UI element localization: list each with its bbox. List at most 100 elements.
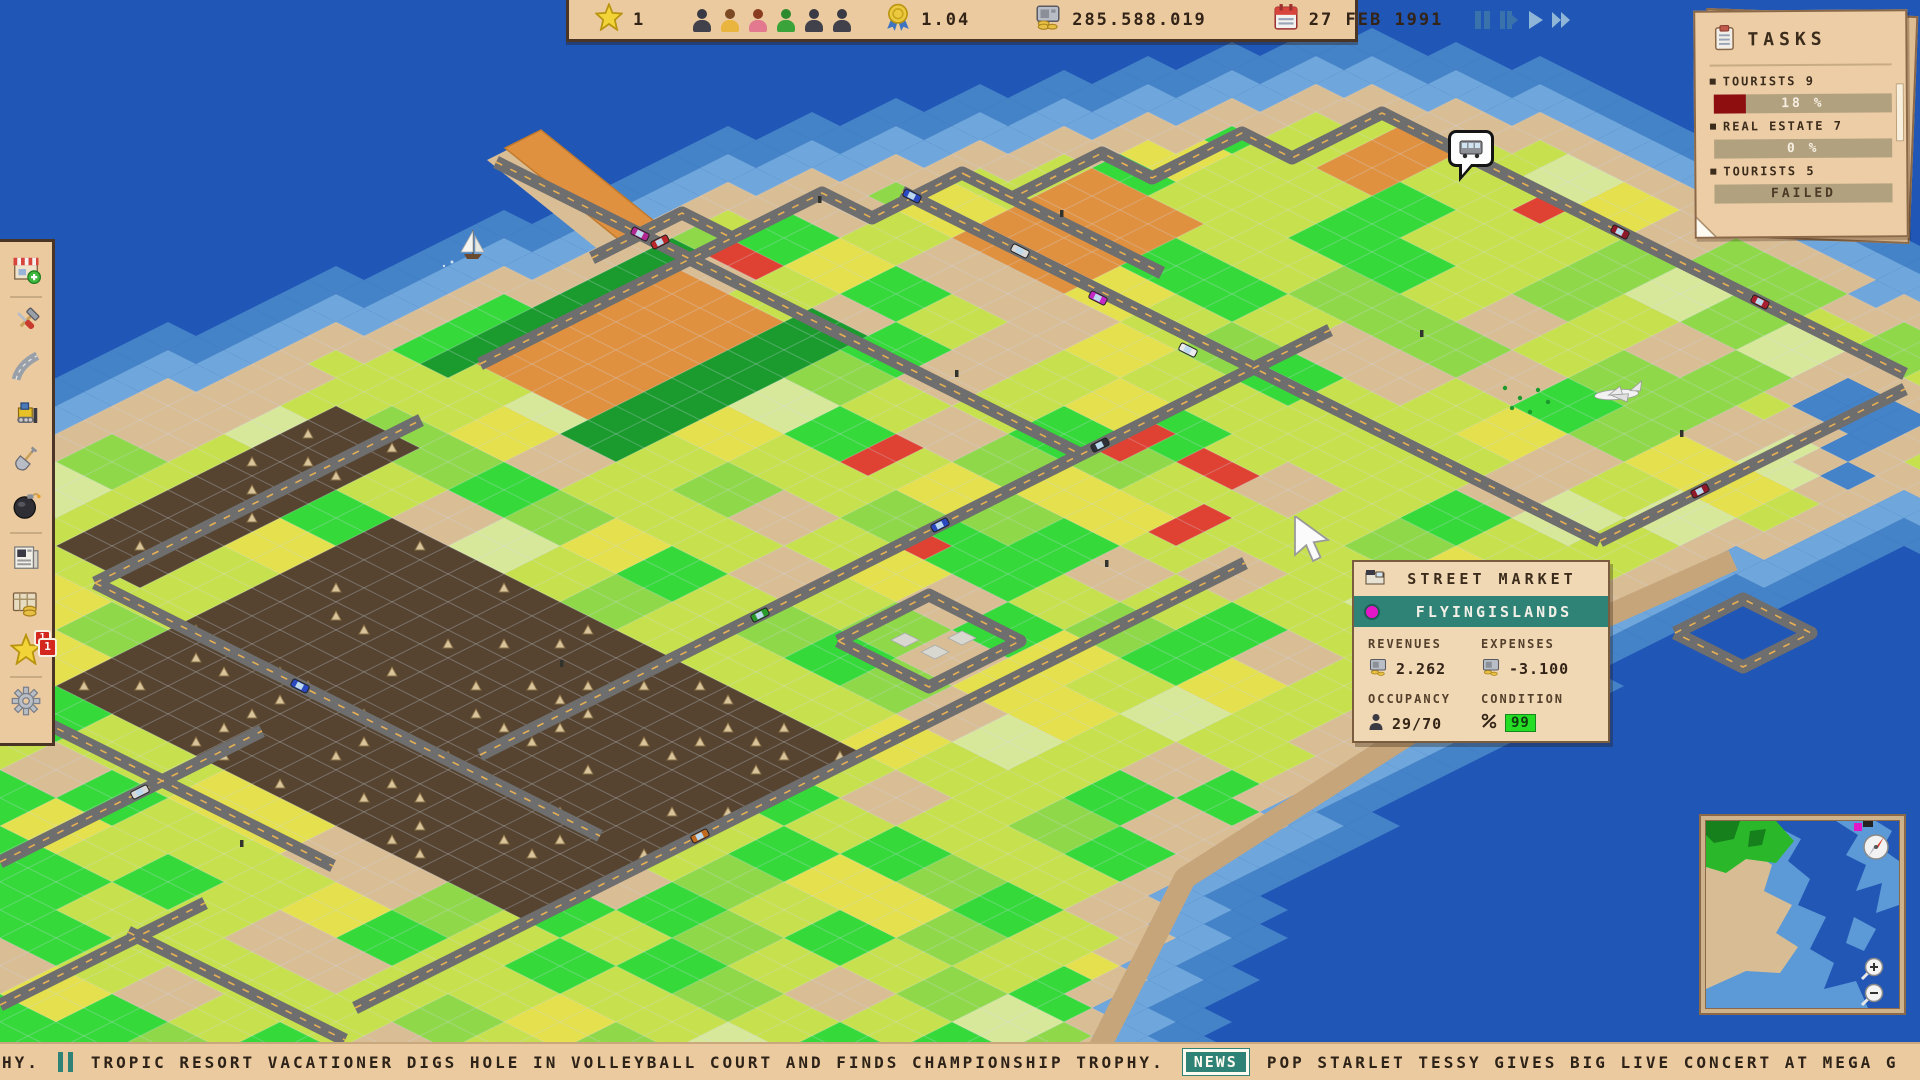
tasks-panel[interactable]: TASKS TOURISTS 9 18 % REAL ESTATE 7 0 % …: [1693, 9, 1909, 238]
news-ticker: HY. TROPIC RESORT VACATIONER DIGS HOLE I…: [0, 1042, 1920, 1080]
owner-color-dot: [1364, 604, 1380, 620]
sidebar-divider: [10, 532, 42, 534]
task-label: TOURISTS 5: [1723, 164, 1815, 179]
sidebar-item-settings-gear[interactable]: [0, 680, 52, 726]
citizen-head: [809, 9, 819, 19]
bubble-tail: [1462, 163, 1472, 175]
sidebar-item-bulldozer[interactable]: [0, 392, 52, 438]
building-info-panel[interactable]: STREET MARKET FLYINGISLANDS REVENUES 2.2…: [1352, 560, 1610, 743]
task-label: TOURISTS 9: [1723, 74, 1815, 89]
stat-revenues: REVENUES 2.262: [1368, 637, 1481, 680]
citizen-dark-3[interactable]: [831, 7, 853, 33]
task-progress-text: 18 %: [1714, 93, 1892, 113]
sidebar-item-roads[interactable]: [0, 346, 52, 392]
task-item[interactable]: REAL ESTATE 7 0 %: [1710, 118, 1892, 158]
citizen-green[interactable]: [775, 7, 797, 33]
tasks-title: TASKS: [1747, 28, 1826, 50]
sidebar-divider: [10, 296, 42, 298]
pause-button[interactable]: [1473, 9, 1493, 31]
status-bar: 1 1.04: [566, 0, 1358, 42]
money-icon: [1481, 658, 1501, 680]
budget-icon: [11, 588, 41, 622]
tools-icon: [11, 306, 41, 340]
ticker-headline: TROPIC RESORT VACATIONER DIGS HOLE IN VO…: [91, 1053, 1165, 1072]
newspaper-icon: [11, 542, 41, 576]
citizen-body: [721, 20, 739, 32]
building-type-label: STREET MARKET: [1386, 570, 1598, 588]
stat-value: -3.100: [1509, 660, 1569, 678]
step-button[interactable]: [1499, 9, 1519, 31]
stat-expenses: EXPENSES -3.100: [1481, 637, 1594, 680]
citizen-woman-pink[interactable]: [747, 7, 769, 33]
rating-medal-icon: [885, 3, 911, 36]
build-sidebar: 1: [0, 239, 55, 746]
stat-value: 29/70: [1392, 715, 1442, 733]
money-icon: [1368, 658, 1388, 680]
task-progress-text: 0 %: [1714, 138, 1892, 158]
task-item[interactable]: TOURISTS 5 FAILED: [1710, 163, 1892, 203]
citizen-head: [781, 9, 791, 19]
bomb-icon: [11, 490, 41, 524]
tasks-scrollbar[interactable]: [1896, 83, 1904, 141]
rating-value: 1.04: [921, 10, 970, 30]
stat-label: CONDITION: [1481, 692, 1594, 706]
stat-label: REVENUES: [1368, 637, 1481, 651]
task-progress-bar: 18 %: [1714, 93, 1892, 113]
task-label: REAL ESTATE 7: [1723, 119, 1843, 134]
task-progress-bar: FAILED: [1714, 183, 1892, 203]
bulldozer-icon: [11, 398, 41, 432]
stat-label: EXPENSES: [1481, 637, 1594, 651]
task-bullet: [1710, 169, 1716, 175]
bus-stop-notification-bubble[interactable]: [1448, 130, 1494, 167]
tasks-page-curl: [1695, 217, 1717, 239]
building-stats-grid: REVENUES 2.262EXPENSES -3.100OCCUPANCY 2…: [1354, 627, 1608, 745]
citizen-body: [805, 20, 823, 32]
level-value: 1: [633, 10, 645, 30]
calendar-icon: [1273, 3, 1299, 36]
sidebar-item-budget[interactable]: [0, 582, 52, 628]
tasks-divider: [1710, 63, 1892, 66]
building-owner-banner: FLYINGISLANDS: [1354, 596, 1608, 627]
stat-value: 2.262: [1396, 660, 1446, 678]
stat-label: OCCUPANCY: [1368, 692, 1481, 706]
fast-forward-button[interactable]: [1551, 9, 1571, 31]
citizen-body: [693, 20, 711, 32]
tasks-clipboard-icon: [1713, 24, 1735, 54]
farm-notification-badge[interactable]: 1: [38, 638, 57, 657]
building-type-icon: [1364, 568, 1386, 590]
date-value: 27 FEB 1991: [1309, 10, 1444, 30]
citizen-head: [725, 9, 735, 19]
citizen-body: [777, 20, 795, 32]
gear-icon: [11, 686, 41, 720]
shovel-icon: [11, 444, 41, 478]
tasks-list: TOURISTS 9 18 % REAL ESTATE 7 0 % TOURIS…: [1710, 73, 1893, 203]
citizen-head: [753, 9, 763, 19]
money-value: 285.588.019: [1072, 10, 1207, 30]
minimap[interactable]: [1699, 814, 1906, 1015]
stat-occupancy: OCCUPANCY 29/70: [1368, 692, 1481, 735]
task-bullet: [1710, 79, 1716, 85]
money-icon: [1034, 4, 1062, 35]
play-button[interactable]: [1525, 9, 1545, 31]
sidebar-item-news[interactable]: [0, 536, 52, 582]
sidebar-item-terrain-shovel[interactable]: [0, 438, 52, 484]
sidebar-item-disasters-bomb[interactable]: [0, 484, 52, 530]
playback-controls: [1473, 9, 1571, 31]
sidebar-item-build-market[interactable]: [0, 248, 52, 294]
city-map[interactable]: [0, 0, 1920, 1080]
citizen-head: [837, 9, 847, 19]
citizen-dark-1[interactable]: [691, 7, 713, 33]
condition-value-badge: 99: [1505, 714, 1536, 732]
task-bullet: [1710, 124, 1716, 130]
tasks-panel-wrap: TASKS TOURISTS 9 18 % REAL ESTATE 7 0 % …: [1694, 8, 1920, 246]
citizen-dark-2[interactable]: [803, 7, 825, 33]
citizens-row[interactable]: [691, 7, 853, 33]
citizen-head: [697, 9, 707, 19]
sidebar-item-tools[interactable]: [0, 300, 52, 346]
citizen-body: [833, 20, 851, 32]
citizen-woman-yellow[interactable]: [719, 7, 741, 33]
building-owner-name: FLYINGISLANDS: [1390, 603, 1598, 621]
task-item[interactable]: TOURISTS 9 18 %: [1710, 73, 1892, 113]
bus-icon: [1458, 139, 1484, 159]
task-progress-bar: 0 %: [1714, 138, 1892, 158]
